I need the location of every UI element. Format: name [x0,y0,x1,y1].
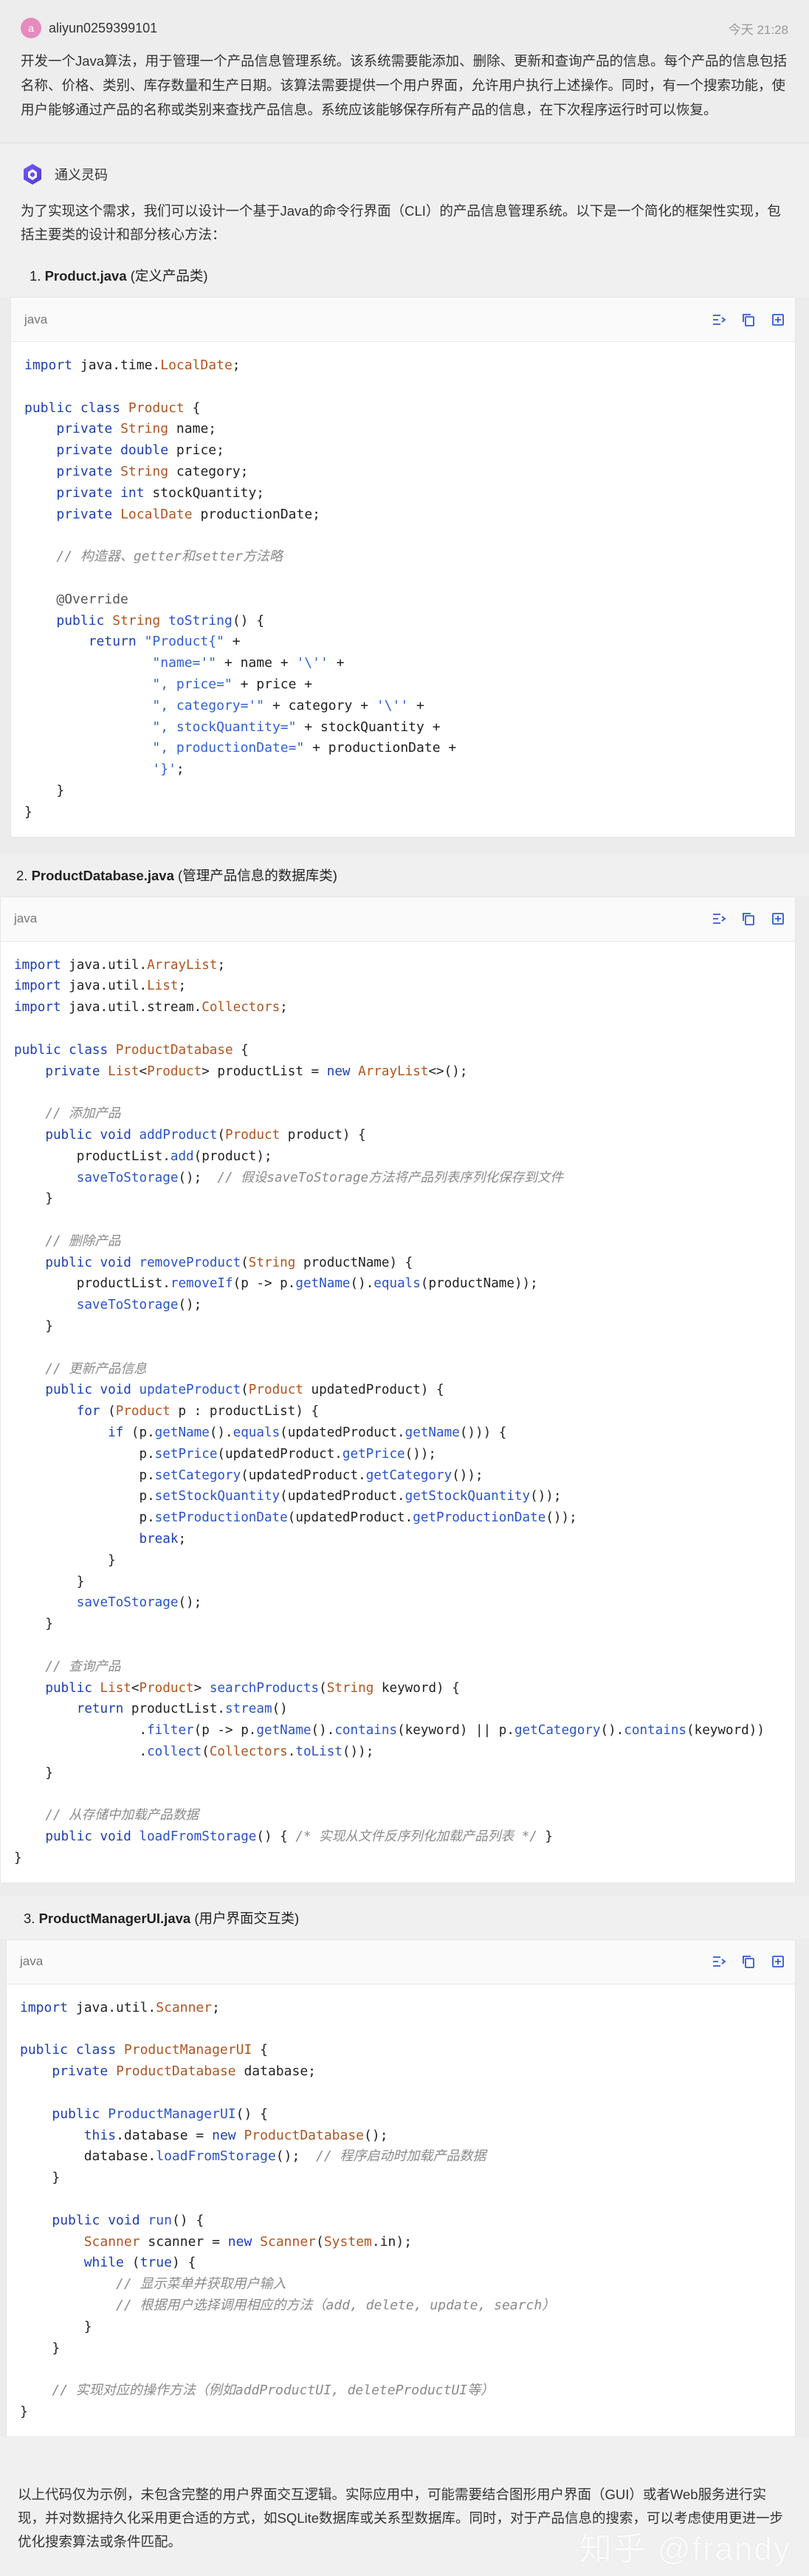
section-file-name: Product.java [44,268,127,284]
user-header: a aliyun0259399101 今天 21:28 [21,15,788,41]
tongyi-logo-icon [24,164,41,185]
avatar[interactable]: a [21,18,41,38]
code-block-database: java import java.util.ArrayList; import … [0,896,796,1883]
section-title-product: 1. Product.java (定义产品类) [0,254,809,297]
assistant-footer: 以上代码仅为示例，未包含完整的用户界面交互逻辑。实际应用中，可能需要结合图形用户… [0,2466,809,2576]
code-block-ui: java import java.util.Scanner; public cl… [6,1939,796,2437]
assistant-intro: 为了实现这个需求，我们可以设计一个基于Java的命令行界面（CLI）的产品信息管… [0,193,809,254]
code-content[interactable]: import java.util.ArrayList; import java.… [1,942,795,1883]
code-content[interactable]: import java.time.LocalDate; public class… [11,342,795,837]
wrap-icon[interactable] [711,1953,727,1970]
code-toolbar: java [11,298,795,342]
copy-icon[interactable] [740,1953,757,1970]
timestamp: 今天 21:28 [728,22,788,37]
code-toolbar: java [1,897,795,942]
code-content[interactable]: import java.util.Scanner; public class P… [7,1984,795,2436]
copy-icon[interactable] [740,911,757,927]
username: aliyun0259399101 [49,20,158,35]
wrap-icon[interactable] [711,312,727,328]
code-block-product: java import java.time.LocalDate; public … [10,297,796,837]
user-message-text: 开发一个Java算法，用于管理一个产品信息管理系统。该系统需要能添加、删除、更新… [21,53,788,117]
section-file-name: ProductManagerUI.java [38,1910,191,1926]
copy-icon[interactable] [740,312,757,328]
user-message: a aliyun0259399101 今天 21:28 开发一个Java算法，用… [0,0,809,143]
code-language: java [24,312,48,326]
section-file-name: ProductDatabase.java [31,867,174,883]
assistant-name: 通义灵码 [55,168,108,182]
watermark: 知乎 @frandy [579,2530,791,2567]
insert-icon[interactable] [770,1953,786,1970]
wrap-icon[interactable] [711,911,727,927]
spacer [0,2436,809,2467]
insert-icon[interactable] [770,911,786,927]
insert-icon[interactable] [770,312,786,328]
assistant-header: 通义灵码 [0,143,809,193]
section-title-database: 2. ProductDatabase.java (管理产品信息的数据库类) [0,853,809,897]
code-language: java [20,1954,44,1969]
code-toolbar: java [7,1939,795,1984]
code-language: java [14,911,38,926]
section-title-ui: 3. ProductManagerUI.java (用户界面交互类) [0,1896,809,1939]
